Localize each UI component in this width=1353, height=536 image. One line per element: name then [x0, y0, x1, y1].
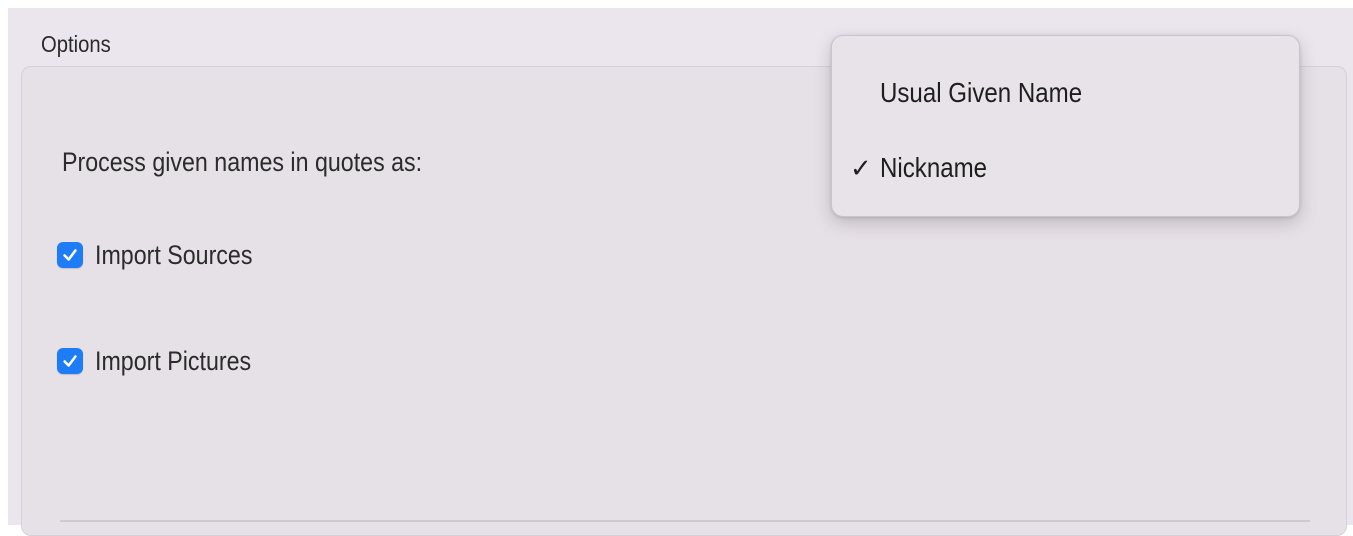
- import-sources-row[interactable]: Import Sources: [57, 238, 278, 272]
- checkmark-icon: [63, 355, 77, 367]
- checkmark-icon: [63, 249, 77, 261]
- section-title: Options: [41, 31, 111, 57]
- import-sources-label: Import Sources: [95, 239, 253, 270]
- import-pictures-checkbox[interactable]: [57, 348, 83, 374]
- menu-item-usual-given-name[interactable]: Usual Given Name: [832, 73, 1299, 113]
- import-sources-checkbox[interactable]: [57, 242, 83, 268]
- name-processing-dropdown-menu: Usual Given Name ✓ Nickname: [831, 35, 1300, 217]
- options-window: Options Process given names in quotes as…: [8, 8, 1353, 536]
- menu-item-label: Usual Given Name: [880, 77, 1083, 108]
- menu-item-nickname[interactable]: ✓ Nickname: [832, 148, 1299, 188]
- process-given-names-label: Process given names in quotes as:: [62, 147, 423, 177]
- import-pictures-row[interactable]: Import Pictures: [57, 344, 277, 378]
- menu-item-label: Nickname: [880, 152, 988, 183]
- selected-check-icon: ✓: [850, 152, 872, 183]
- divider: [60, 520, 1310, 522]
- import-pictures-label: Import Pictures: [95, 345, 252, 376]
